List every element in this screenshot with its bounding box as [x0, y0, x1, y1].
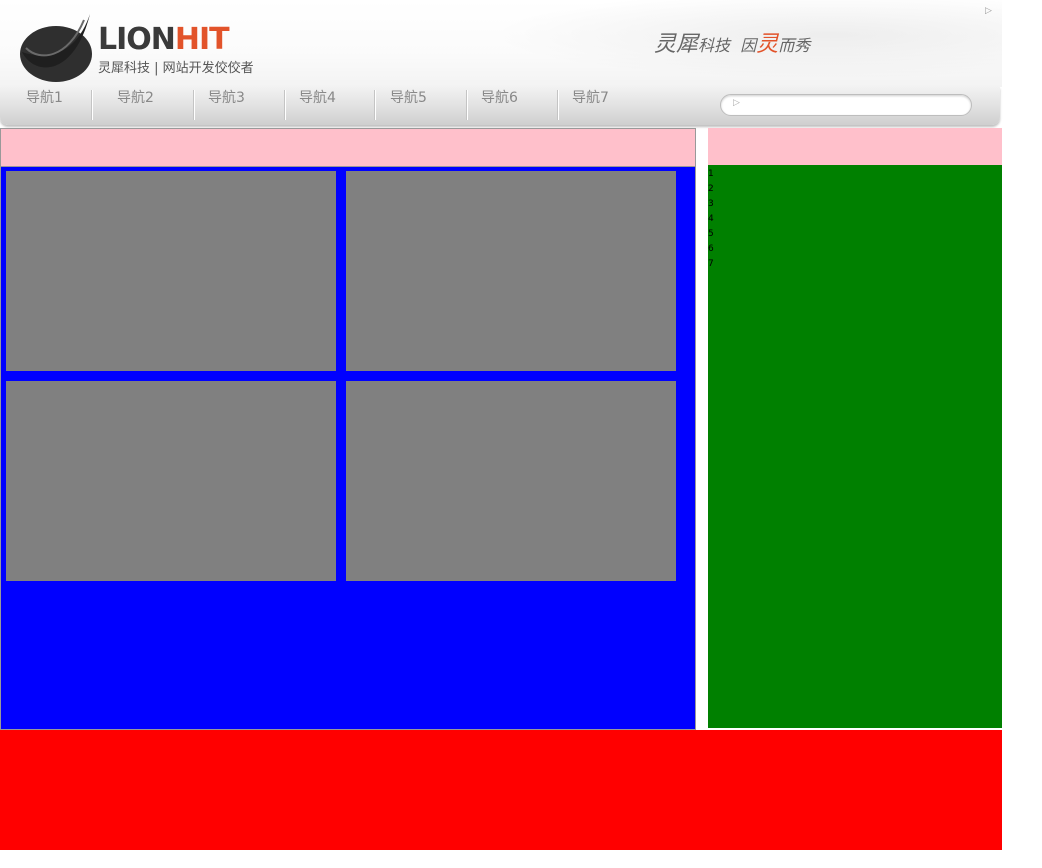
sidebar: 1 2 3 4 5 6 7	[708, 128, 1002, 728]
play-arrow-icon: ▷	[733, 98, 740, 108]
logo-subtitle: 灵犀科技 | 网站开发佼佼者	[98, 61, 254, 76]
list-item[interactable]: 1	[708, 167, 714, 182]
site-header: LIONHIT 灵犀科技 | 网站开发佼佼者 灵犀科技 因灵而秀 ▷	[0, 0, 1002, 87]
nav-item-6[interactable]: 导航6	[481, 89, 518, 119]
nav-item-3[interactable]: 导航3	[208, 89, 245, 119]
play-arrow-icon: ▷	[985, 6, 992, 16]
search-input[interactable]	[745, 97, 969, 115]
nav-item-2[interactable]: 导航2	[117, 89, 154, 119]
slogan-part1: 灵犀	[654, 32, 699, 57]
nav-divider	[466, 90, 467, 120]
list-item[interactable]: 4	[708, 212, 714, 227]
sidebar-list: 1 2 3 4 5 6 7	[708, 167, 714, 272]
main-content	[0, 128, 696, 730]
list-item[interactable]: 2	[708, 182, 714, 197]
logo-lion: LION	[98, 22, 176, 57]
list-item[interactable]: 6	[708, 242, 714, 257]
nav-item-4[interactable]: 导航4	[299, 89, 336, 119]
slogan-part3: 因	[740, 36, 757, 55]
slogan: 灵犀科技 因灵而秀	[654, 26, 810, 58]
sidebar-header-bar	[708, 128, 1002, 165]
nav-item-5[interactable]: 导航5	[390, 89, 427, 119]
nav-divider	[374, 90, 375, 120]
slogan-part2: 科技	[698, 36, 731, 55]
content-tile[interactable]	[6, 171, 336, 371]
main-nav: 导航1 导航2 导航3 导航4 导航5 导航6 导航7 ▷	[0, 87, 1000, 125]
nav-divider	[193, 90, 194, 120]
content-tile[interactable]	[346, 381, 676, 581]
nav-divider	[557, 90, 558, 120]
logo-text[interactable]: LIONHIT	[98, 22, 230, 58]
nav-item-7[interactable]: 导航7	[572, 89, 609, 119]
nav-item-1[interactable]: 导航1	[26, 89, 63, 119]
slogan-accent: 灵	[756, 32, 779, 57]
nav-divider	[91, 90, 92, 120]
content-tile[interactable]	[6, 381, 336, 581]
nav-divider	[284, 90, 285, 120]
list-item[interactable]: 3	[708, 197, 714, 212]
logo-icon[interactable]	[14, 4, 96, 84]
slogan-part4: 而秀	[778, 36, 811, 55]
list-item[interactable]: 5	[708, 227, 714, 242]
content-tile[interactable]	[346, 171, 676, 371]
logo-hit: HIT	[174, 22, 230, 57]
search-box[interactable]: ▷	[720, 94, 972, 116]
list-item[interactable]: 7	[708, 257, 714, 272]
main-header-bar	[1, 129, 695, 167]
site-footer	[0, 730, 1002, 850]
